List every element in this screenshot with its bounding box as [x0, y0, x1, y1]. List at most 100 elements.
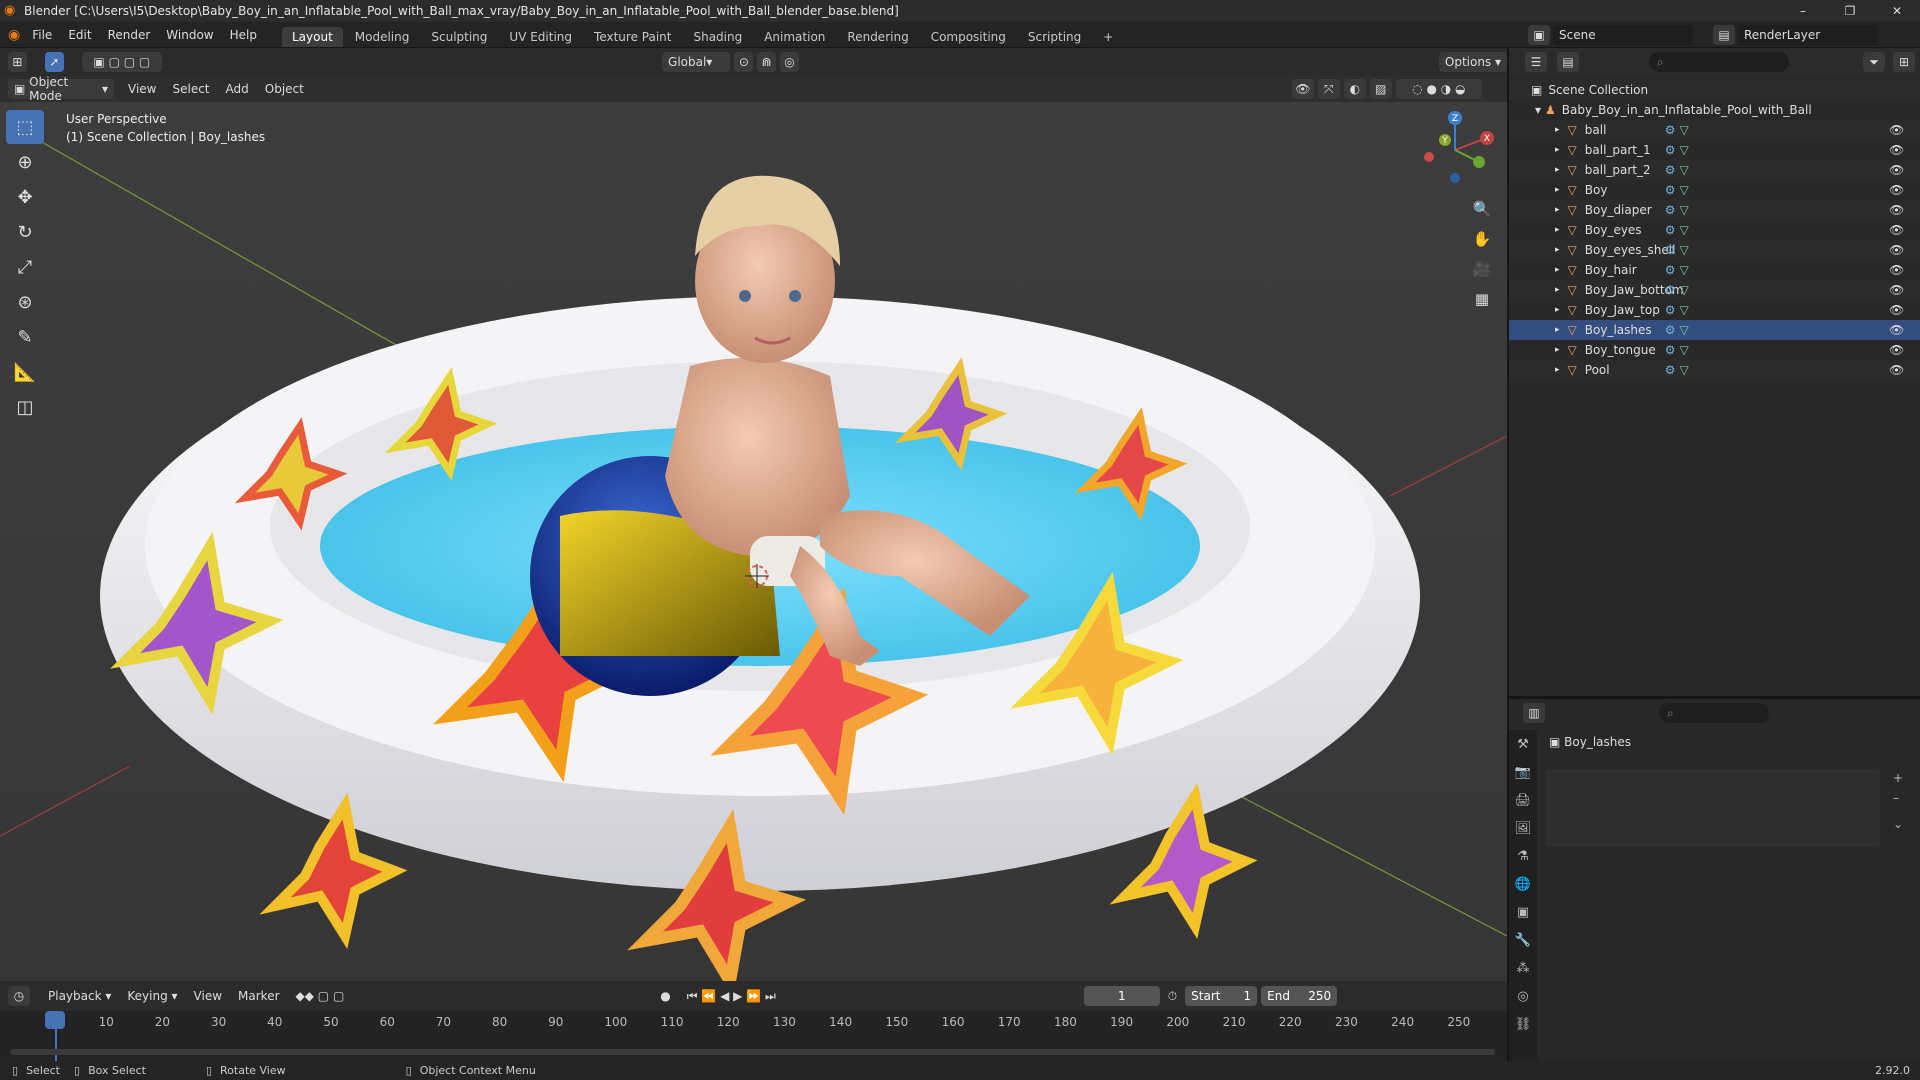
gizmo-neg-x-axis[interactable]	[1424, 152, 1434, 162]
select-tool-icon[interactable]: ➚	[44, 52, 64, 72]
preview-range-icon[interactable]: ⏱	[1160, 983, 1185, 1009]
visibility-eye-icon[interactable]: 👁	[1889, 323, 1904, 337]
outliner-item[interactable]: ▸ ▽ Boy_tongue ⚙ ▽ 👁	[1509, 340, 1920, 360]
transform-orientation-dropdown[interactable]: Global ▾	[662, 52, 731, 72]
tab-texture-paint[interactable]: Texture Paint	[584, 27, 681, 47]
tab-uv-editing[interactable]: UV Editing	[499, 27, 582, 47]
menu-help[interactable]: Help	[222, 22, 265, 48]
outliner-item[interactable]: ▸ ▽ Boy_eyes ⚙ ▽ 👁	[1509, 220, 1920, 240]
expand-icon[interactable]: ▸	[1555, 185, 1560, 195]
scene-icon[interactable]: ▣	[1528, 25, 1550, 45]
world-tab-icon[interactable]: 🌐	[1509, 870, 1537, 898]
menu-keying[interactable]: Keying ▾	[119, 983, 185, 1009]
menu-marker[interactable]: Marker	[230, 983, 287, 1009]
visibility-eye-icon[interactable]: 👁	[1889, 263, 1904, 277]
expand-icon[interactable]: ▸	[1555, 245, 1560, 255]
render-tab-icon[interactable]: 📷	[1509, 758, 1537, 786]
record-icon[interactable]: ●	[652, 983, 678, 1009]
tab-compositing[interactable]: Compositing	[921, 27, 1016, 47]
outliner-item[interactable]: ▸ ▽ Boy_eyes_shell ⚙ ▽ 👁	[1509, 240, 1920, 260]
transform-icon[interactable]: ⊛	[6, 285, 44, 319]
properties-search-input[interactable]: ⌕	[1659, 703, 1769, 723]
visibility-eye-icon[interactable]: 👁	[1889, 243, 1904, 257]
editor-type-icon[interactable]: ⊞	[8, 52, 27, 72]
expand-icon[interactable]: ▸	[1555, 205, 1560, 215]
add-workspace-icon[interactable]: +	[1093, 27, 1123, 47]
expand-icon[interactable]: ▸	[1555, 225, 1560, 235]
ortho-toggle-icon[interactable]: ▦	[1468, 285, 1496, 313]
annotate-icon[interactable]: ✎	[6, 320, 44, 354]
output-tab-icon[interactable]: 🖨	[1509, 786, 1537, 814]
menu-add[interactable]: Add	[218, 76, 257, 102]
particles-tab-icon[interactable]: ⁂	[1509, 954, 1537, 982]
gizmo-y-axis[interactable]	[1473, 156, 1485, 168]
menu-timeline-view[interactable]: View	[186, 983, 230, 1009]
visibility-eye-icon[interactable]: 👁	[1889, 163, 1904, 177]
outliner-item[interactable]: ▸ ▽ Boy_Jaw_top ⚙ ▽ 👁	[1509, 300, 1920, 320]
gizmo-neg-z-axis[interactable]	[1450, 173, 1460, 183]
overlay-toggle-icon[interactable]: ◐	[1343, 79, 1366, 99]
3d-viewport[interactable]	[0, 76, 1507, 981]
scene-tab-icon[interactable]: ⚗	[1509, 842, 1537, 870]
timeline-area[interactable]: 1102030405060708090100110120130140150160…	[0, 1011, 1507, 1061]
outliner-item[interactable]: ▸ ▽ Boy_hair ⚙ ▽ 👁	[1509, 260, 1920, 280]
current-frame-field[interactable]: 1	[1083, 986, 1160, 1006]
outliner-item[interactable]: ▸ ▽ Boy_Jaw_bottom ⚙ ▽ 👁	[1509, 280, 1920, 300]
visibility-eye-icon[interactable]: 👁	[1889, 183, 1904, 197]
shading-mode-buttons[interactable]: ◌ ● ◑ ◒	[1395, 79, 1482, 99]
close-button[interactable]: ✕	[1874, 0, 1920, 22]
rotate-icon[interactable]: ↻	[6, 215, 44, 249]
outliner-item[interactable]: ▸ ▽ Boy ⚙ ▽ 👁	[1509, 180, 1920, 200]
timeline-editor-icon[interactable]: ◷	[8, 986, 30, 1006]
outliner-item[interactable]: ▸ ▽ Boy_diaper ⚙ ▽ 👁	[1509, 200, 1920, 220]
render-layer-field[interactable]: RenderLayer	[1738, 25, 1878, 45]
outliner-item[interactable]: ▸ ▽ ball ⚙ ▽ 👁	[1509, 120, 1920, 140]
physics-tab-icon[interactable]: ◎	[1509, 982, 1537, 1010]
zoom-view-icon[interactable]: 🔍	[1468, 195, 1496, 223]
move-icon[interactable]: ✥	[6, 180, 44, 214]
expand-icon[interactable]: ▸	[1555, 305, 1560, 315]
playhead[interactable]	[45, 1011, 65, 1029]
expand-icon[interactable]: ▸	[1555, 325, 1560, 335]
expand-icon[interactable]: ▸	[1555, 285, 1560, 295]
tab-rendering[interactable]: Rendering	[837, 27, 918, 47]
gizmo-toggle-icon[interactable]: ⤧	[1317, 79, 1340, 99]
scene-collection-row[interactable]: ▣ Scene Collection	[1509, 80, 1920, 100]
menu-render[interactable]: Render	[100, 22, 159, 48]
options-dropdown[interactable]: Options ▾	[1438, 52, 1508, 72]
expand-icon[interactable]: ▾	[1535, 103, 1541, 117]
xray-toggle-icon[interactable]: ▨	[1369, 79, 1392, 99]
tab-layout[interactable]: Layout	[281, 27, 343, 47]
modifier-tab-icon[interactable]: 🔧	[1509, 926, 1537, 954]
playback-controls[interactable]: ⏮ ⏪ ◀ ▶ ⏩ ⏭	[679, 983, 784, 1009]
tab-scripting[interactable]: Scripting	[1018, 27, 1091, 47]
remove-slot-icon[interactable]: –	[1893, 791, 1899, 805]
outliner-item[interactable]: ▸ ▽ Boy_lashes ⚙ ▽ 👁	[1509, 320, 1920, 340]
expand-icon[interactable]: ▸	[1555, 125, 1560, 135]
object-mode-dropdown[interactable]: ▣ Object Mode ▾	[8, 75, 114, 103]
view-layer-tab-icon[interactable]: 🖼	[1509, 814, 1537, 842]
tab-modeling[interactable]: Modeling	[345, 27, 420, 47]
visibility-eye-icon[interactable]: 👁	[1889, 123, 1904, 137]
measure-icon[interactable]: 📐	[6, 355, 44, 389]
tab-animation[interactable]: Animation	[754, 27, 835, 47]
visibility-eye-icon[interactable]: 👁	[1889, 223, 1904, 237]
visibility-eye-icon[interactable]: 👁	[1889, 283, 1904, 297]
expand-icon[interactable]: ▸	[1555, 165, 1560, 175]
expand-icon[interactable]: ▸	[1555, 265, 1560, 275]
menu-view[interactable]: View	[120, 76, 164, 102]
timeline-scrollbar[interactable]	[10, 1049, 1495, 1055]
outliner-search-input[interactable]: ⌕	[1649, 52, 1789, 72]
display-mode-icon[interactable]: ▤	[1557, 52, 1579, 72]
pivot-point-icon[interactable]: ⊙	[734, 52, 754, 72]
selection-mode-buttons[interactable]: ▣ ▢ ▢ ▢	[81, 52, 163, 72]
menu-file[interactable]: File	[24, 22, 60, 48]
keyframe-icons[interactable]: ◆◆ ▢ ▢	[288, 983, 353, 1009]
filter-icon[interactable]: ⏷	[1863, 52, 1885, 72]
expand-icon[interactable]: ▸	[1555, 365, 1560, 375]
material-slot-list[interactable]	[1545, 769, 1880, 847]
visibility-eye-icon[interactable]: 👁	[1889, 203, 1904, 217]
expand-icon[interactable]: ▸	[1555, 145, 1560, 155]
outliner-item[interactable]: ▸ ▽ ball_part_2 ⚙ ▽ 👁	[1509, 160, 1920, 180]
pan-view-icon[interactable]: ✋	[1468, 225, 1496, 253]
